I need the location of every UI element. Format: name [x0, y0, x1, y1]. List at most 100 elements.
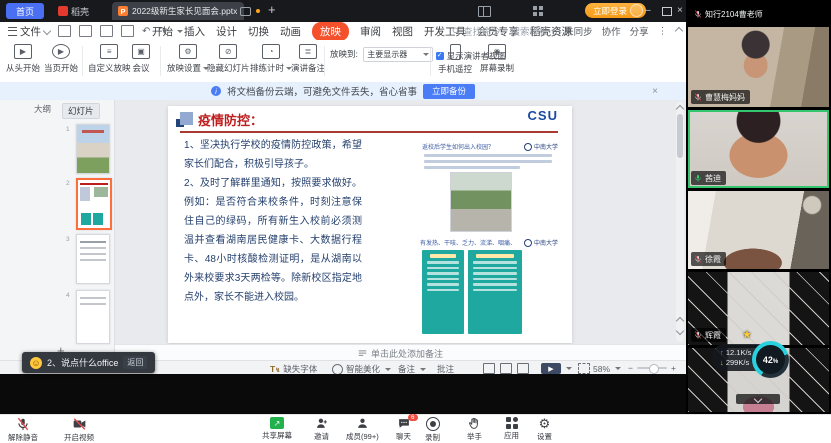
next-slide-icon[interactable]	[676, 327, 684, 335]
more-menu-icon[interactable]: ⋮	[658, 26, 668, 37]
cloud-sync-button[interactable]: ☁ 未同步	[552, 24, 593, 38]
vertical-scrollbar[interactable]	[676, 102, 684, 342]
workspace-grid-icon[interactable]	[533, 6, 543, 16]
participant-tile-speaking[interactable]: 茜迪	[688, 110, 829, 188]
reading-view-icon[interactable]	[517, 363, 529, 374]
tab-animation[interactable]: 动画	[280, 24, 301, 39]
close-button[interactable]: ×	[677, 5, 683, 16]
members-button[interactable]: 成员(99+)	[346, 417, 379, 442]
performance-gauge[interactable]: 42%	[752, 341, 789, 378]
preview-icon[interactable]	[121, 25, 134, 37]
workspace: 大纲 幻灯片 1 2 3	[0, 100, 686, 374]
print-icon[interactable]	[100, 25, 113, 37]
invite-button[interactable]: 邀请	[314, 417, 329, 442]
output-icon[interactable]	[79, 25, 92, 37]
participant-tile[interactable]: 徐霞	[688, 191, 829, 269]
login-button[interactable]: 立即登录	[585, 3, 646, 18]
tab-start[interactable]: 开始	[152, 24, 173, 39]
tab-view[interactable]: 视图	[392, 24, 413, 39]
tab-outline[interactable]: 大纲	[34, 103, 51, 115]
tab-insert[interactable]: 插入	[184, 24, 205, 39]
new-tab-button[interactable]: +	[268, 2, 276, 17]
slide-thumbnail-2-selected[interactable]	[76, 178, 112, 230]
slide-thumbnail-1[interactable]	[76, 124, 110, 174]
toast-back-link[interactable]: 返回	[123, 356, 147, 369]
start-video-button[interactable]: 开启视频	[64, 417, 94, 443]
collapse-panel-button[interactable]	[736, 394, 780, 404]
collapse-ribbon-icon[interactable]	[675, 27, 683, 35]
sorter-view-icon[interactable]	[500, 363, 512, 374]
document-tab[interactable]: P 2022级新生家长见面会.pptx	[112, 2, 244, 20]
share-screen-icon: ↗	[270, 417, 284, 429]
rehearse-timing-button[interactable]: ◔排练计时	[250, 44, 292, 74]
participant-tile[interactable]: 知行2104曹老师	[688, 0, 829, 24]
notes-bar[interactable]: 单击此处添加备注	[115, 344, 686, 361]
phone-remote-button[interactable]: 手机遥控	[438, 44, 472, 75]
undo-icon[interactable]: ↶	[142, 26, 150, 37]
tab-transition[interactable]: 切换	[248, 24, 269, 39]
from-current-button[interactable]: ▶当页开始	[44, 44, 78, 74]
fit-window-icon	[578, 363, 590, 374]
backup-now-button[interactable]: 立即备份	[423, 84, 475, 99]
zoom-out-icon[interactable]: −	[628, 363, 633, 373]
slide-thumbnail-panel: 大纲 幻灯片 1 2 3	[0, 100, 115, 374]
minimize-button[interactable]: –	[645, 5, 651, 16]
screen-record-button[interactable]: ◉屏幕录制	[480, 44, 514, 74]
raise-hand-button[interactable]: 举手	[467, 417, 482, 442]
slideshow-ribbon: ▶从头开始 ▶当页开始 ≡自定义放映 ▣会议 ⚙放映设置 ⊘隐藏幻灯片 ◔排练计…	[0, 40, 686, 83]
tab-review[interactable]: 审阅	[360, 24, 381, 39]
slide-thumbnail-3[interactable]	[76, 234, 110, 284]
fit-zoom-control[interactable]: 58%	[578, 363, 621, 374]
zoom-slider-track[interactable]	[637, 367, 667, 369]
collab-button[interactable]: 协作	[602, 24, 621, 38]
status-toast[interactable]: ☺ 2、说点什么office 返回	[22, 352, 155, 373]
docer-tab[interactable]: 稻壳	[52, 3, 95, 19]
home-tab[interactable]: 首页	[6, 3, 44, 19]
command-search[interactable]: 查找命令、搜索模板	[452, 24, 549, 38]
custom-show-button[interactable]: ≡自定义放映	[88, 44, 131, 74]
save-icon[interactable]	[58, 25, 71, 37]
process-poster-right	[468, 250, 522, 334]
file-menu[interactable]: 文件	[8, 24, 50, 39]
normal-view-icon[interactable]	[483, 363, 495, 374]
tab-design[interactable]: 设计	[216, 24, 237, 39]
settings-button[interactable]: ⚙ 设置	[537, 417, 552, 442]
meeting-toolbar: 解除静音 开启视频 ↗ 共享屏幕 邀请 成员(99+) 6 聊天	[0, 414, 831, 443]
speaker-notes-button[interactable]: ≣演讲备注	[291, 44, 325, 74]
prev-slide-icon[interactable]	[676, 317, 684, 325]
from-beginning-button[interactable]: ▶从头开始	[6, 44, 40, 74]
unmute-button[interactable]: 解除静音	[8, 417, 38, 443]
share-screen-button[interactable]: ↗ 共享屏幕	[262, 417, 292, 441]
zoom-slider-handle[interactable]	[649, 364, 659, 374]
camera-muted-icon	[72, 417, 87, 431]
split-screen-icon[interactable]	[478, 6, 491, 17]
comment-bubble-icon[interactable]	[240, 7, 251, 16]
share-button[interactable]: 分享	[630, 24, 649, 38]
show-settings-button[interactable]: ⚙放映设置	[167, 44, 209, 74]
tab-slideshow-active[interactable]: 放映	[312, 22, 349, 41]
scroll-up-icon[interactable]	[676, 105, 684, 113]
record-button[interactable]: 录制	[425, 417, 440, 443]
apps-button[interactable]: 应用	[504, 417, 519, 441]
chat-button[interactable]: 6 聊天	[396, 417, 411, 442]
label: 放映设置	[167, 63, 201, 73]
tab-slides[interactable]: 幻灯片	[62, 103, 100, 119]
participant-tile[interactable]: 辉霞	[688, 272, 829, 345]
zoom-in-icon[interactable]: +	[671, 363, 676, 373]
label: 自定义放映	[88, 62, 131, 74]
current-slide[interactable]: 疫情防控： CSU 1、坚决执行学校的疫情防控政策，希望家长们配合，积极引导孩子…	[168, 106, 572, 343]
participant-tile[interactable]: 曹慧梅妈妈	[688, 27, 829, 107]
add-notes-placeholder: 单击此处添加备注	[371, 347, 443, 360]
scrollbar-thumb[interactable]	[677, 114, 683, 158]
meeting-button[interactable]: ▣会议	[132, 44, 150, 74]
right-section-1-header: 返校后学生如何出入校园？ 中南大学	[422, 142, 558, 151]
process-poster-left	[422, 250, 464, 334]
zoom-slider[interactable]: − +	[628, 363, 676, 373]
display-select[interactable]: 主要显示器	[363, 47, 433, 62]
wpp-file-icon: P	[118, 6, 128, 16]
play-slideshow-button[interactable]: ▶	[541, 363, 572, 374]
banner-close-icon[interactable]: ×	[652, 86, 658, 97]
hide-slide-button[interactable]: ⊘隐藏幻灯片	[207, 44, 250, 74]
slide-thumbnail-4[interactable]	[76, 290, 110, 344]
maximize-button[interactable]	[662, 7, 672, 16]
